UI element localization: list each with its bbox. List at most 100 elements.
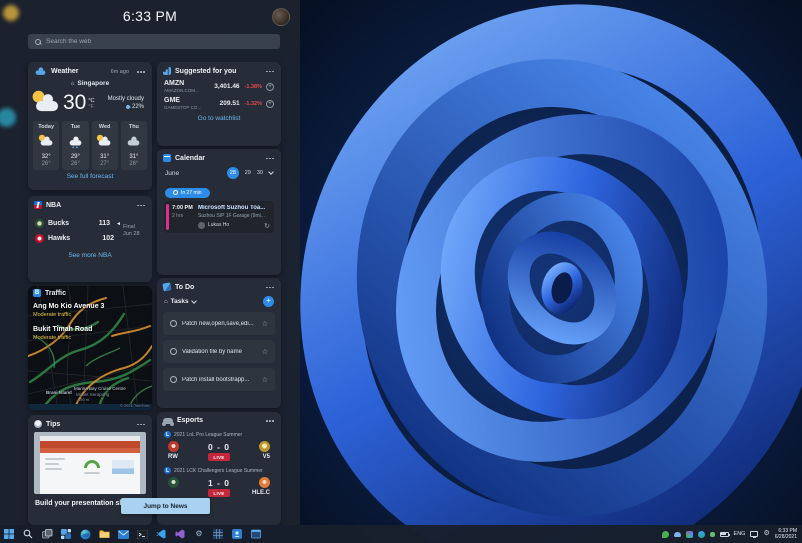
tray-app-icon[interactable] <box>697 530 705 538</box>
mail-app-icon[interactable] <box>117 528 129 540</box>
esports-match[interactable]: L 2021 LoL Pro League Summer 0 - 0 RW LI… <box>157 427 281 463</box>
task-checkbox[interactable] <box>170 320 177 327</box>
nba-team-row-hawks[interactable]: Hawks 102 <box>35 231 121 246</box>
more-options-button[interactable] <box>266 419 275 422</box>
stock-row-amzn[interactable]: AMZN AMAZON.COM... 3,401.46 -1.38% + <box>157 78 281 95</box>
bing-logo-icon: B <box>33 289 41 297</box>
task-checkbox[interactable] <box>170 376 177 383</box>
weather-condition: Mostly cloudy <box>107 96 144 102</box>
star-icon[interactable]: ☆ <box>262 348 268 356</box>
team-logo-v5 <box>258 441 270 452</box>
see-full-forecast-link[interactable]: See full forecast <box>28 173 152 180</box>
map-label-island: Brani Island <box>46 390 72 395</box>
forecast-day-wed[interactable]: Wed 31° 27° <box>91 121 118 170</box>
user-avatar[interactable] <box>272 8 290 26</box>
edge-browser-icon[interactable] <box>79 528 91 540</box>
taskbar-search-button[interactable] <box>22 528 34 540</box>
spreadsheet-app-icon[interactable] <box>212 528 224 540</box>
go-to-watchlist-link[interactable]: Go to watchlist <box>157 115 281 122</box>
settings-icon[interactable]: ⚙ <box>193 528 205 540</box>
forecast-day-tue[interactable]: Tue 29° 26° <box>62 121 89 170</box>
calendar-date-30[interactable]: 30 <box>257 170 263 176</box>
taskbar-clock[interactable]: 6:33 PM 6/28/2021 <box>775 528 799 540</box>
chevron-down-icon[interactable] <box>268 169 274 175</box>
tray-onedrive-icon[interactable] <box>673 531 681 537</box>
nba-team-row-bucks[interactable]: Bucks 113 ◄ <box>35 216 121 231</box>
esports-match[interactable]: L 2021 LCK Challengers League Summer 1 -… <box>157 463 281 499</box>
star-icon[interactable]: ☆ <box>262 320 268 328</box>
add-to-watchlist-button[interactable]: + <box>266 82 274 91</box>
calendar-date-29[interactable]: 29 <box>245 170 251 176</box>
search-icon <box>35 38 41 45</box>
battery-icon[interactable] <box>719 531 730 537</box>
task-item[interactable]: Validation file by name ☆ <box>163 340 275 363</box>
language-indicator[interactable]: ENG <box>734 531 746 537</box>
start-button[interactable] <box>3 528 15 540</box>
reminder-badge[interactable]: In 27 min <box>165 187 210 198</box>
calendar-widget[interactable]: Calendar June 28 29 30 In 27 min 7:00 PM… <box>157 149 281 275</box>
task-view-button[interactable] <box>41 528 53 540</box>
current-temperature: 30 <box>63 91 87 114</box>
add-to-watchlist-button[interactable]: + <box>266 99 274 108</box>
feedback-hub-icon[interactable] <box>231 528 243 540</box>
nba-widget[interactable]: NBA Bucks 113 ◄ Hawks 102 Final Jun 28 S… <box>28 196 152 282</box>
more-options-button[interactable] <box>137 204 146 207</box>
bloom-wallpaper-art <box>282 0 802 543</box>
tray-app-icon[interactable] <box>709 531 715 537</box>
star-icon[interactable]: ☆ <box>262 376 268 384</box>
game-status: Final <box>123 224 135 230</box>
more-options-button[interactable] <box>266 157 275 160</box>
map-copyright: © 2021 TomTom <box>119 403 149 408</box>
road-condition: Moderate traffic <box>33 335 72 341</box>
file-explorer-icon[interactable] <box>98 528 110 540</box>
tray-app-icon[interactable] <box>685 530 693 538</box>
forecast-day-thu[interactable]: Thu 31° 26° <box>120 121 147 170</box>
visual-studio-icon[interactable] <box>174 528 186 540</box>
chevron-down-icon[interactable] <box>190 297 197 304</box>
unit-fahrenheit[interactable]: °F <box>88 104 94 110</box>
location-pin-icon: ⌂ <box>70 80 75 87</box>
more-options-button[interactable] <box>266 70 275 73</box>
add-task-button[interactable]: + <box>263 296 274 307</box>
tray-leaf-icon[interactable] <box>661 530 669 538</box>
event-time: 7:00 PM <box>172 204 193 211</box>
stock-row-gme[interactable]: GME GAMESTOP CO... 209.51 -1.32% + <box>157 95 281 112</box>
more-options-button[interactable] <box>137 70 146 73</box>
tips-preview-image[interactable] <box>34 432 146 494</box>
weather-widget[interactable]: Weather 6m ago ⌂ Singapore 30 °C °F Most… <box>28 62 152 190</box>
stocks-chart-icon <box>163 67 171 75</box>
forecast-day-today[interactable]: Today 32° 26° <box>33 121 60 170</box>
traffic-widget[interactable]: B Traffic Ang Mo Kio Avenue 3 Moderate t… <box>28 286 152 410</box>
desktop-glow-teal <box>0 108 16 127</box>
task-item[interactable]: Patch new,open,save,edi... ☆ <box>163 312 275 335</box>
widgets-button[interactable] <box>60 528 72 540</box>
bucks-logo-icon <box>35 219 44 228</box>
search-input[interactable]: Search the web <box>28 34 280 49</box>
task-list-selector[interactable]: Tasks <box>171 298 189 305</box>
app-window-icon[interactable] <box>250 528 262 540</box>
task-item[interactable]: Patch install bootstrapp... ☆ <box>163 368 275 391</box>
droplet-icon <box>125 104 131 110</box>
calendar-event[interactable]: 7:00 PM 2 hrs Microsoft Suzhou Toa... Su… <box>164 200 274 233</box>
road-name: Bukit Timah Road <box>33 326 93 333</box>
more-options-button[interactable] <box>266 286 275 289</box>
network-display-icon[interactable] <box>750 531 759 538</box>
sync-icon[interactable]: ↻ <box>264 222 270 230</box>
calendar-date-28[interactable]: 28 <box>226 167 239 179</box>
see-more-nba-link[interactable]: See more NBA <box>28 252 152 259</box>
more-options-button[interactable] <box>137 423 146 426</box>
notification-gear-icon[interactable]: ⚙ <box>763 530 769 538</box>
calendar-title: Calendar <box>175 154 205 162</box>
todo-widget[interactable]: To Do ⌂ Tasks + Patch new,open,save,edi.… <box>157 278 281 408</box>
stocks-widget[interactable]: Suggested for you AMZN AMAZON.COM... 3,4… <box>157 62 281 146</box>
road-condition: Moderate traffic <box>33 312 72 318</box>
jump-to-news-button[interactable]: Jump to News <box>121 498 210 514</box>
live-badge: LIVE <box>208 453 230 461</box>
team-logo-rw <box>168 441 179 452</box>
vscode-icon[interactable] <box>155 528 167 540</box>
terminal-icon[interactable] <box>136 528 148 540</box>
nba-title: NBA <box>46 201 62 209</box>
task-checkbox[interactable] <box>170 348 177 355</box>
league-badge-icon: L <box>164 431 171 438</box>
taskbar-date: 6/28/2021 <box>774 534 797 540</box>
